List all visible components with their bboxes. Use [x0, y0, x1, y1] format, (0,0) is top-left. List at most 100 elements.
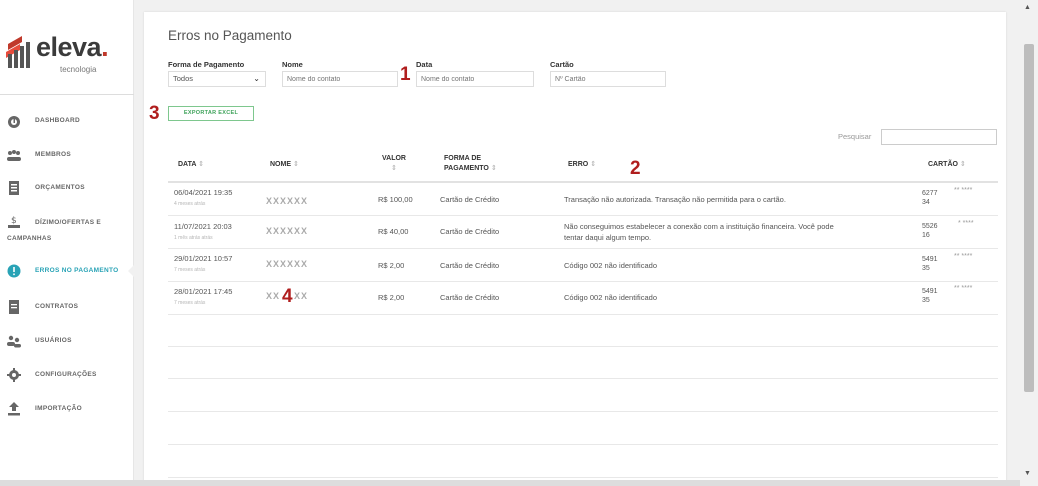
contract-icon: [9, 300, 19, 314]
export-excel-button[interactable]: EXPORTAR EXCEL: [168, 106, 254, 121]
logo-icon: [6, 36, 30, 68]
column-header-label: FORMA DE: [444, 155, 482, 162]
row-divider: [168, 346, 998, 347]
horizontal-scrollbar[interactable]: [0, 480, 1020, 486]
users-icon: [7, 335, 21, 348]
column-header-label: VALOR: [382, 155, 406, 162]
column-header-date[interactable]: DATA ⇕: [178, 160, 204, 170]
cell-date-relative: 4 meses atrás: [174, 201, 206, 207]
date-filter-label: Data: [416, 60, 433, 69]
sort-icon: ⇕: [490, 165, 497, 172]
cell-error: Não conseguimos estabelecer a conexão co…: [564, 222, 834, 231]
name-filter-input[interactable]: [282, 71, 398, 87]
members-icon: [7, 150, 21, 161]
annotation-marker: 2: [630, 158, 641, 179]
cell-date: 11/07/2021 20:03: [174, 222, 232, 231]
column-header-error[interactable]: ERRO ⇕: [568, 160, 596, 170]
column-header-label: ERRO: [568, 161, 589, 168]
cell-error: Código 002 não identificado: [564, 293, 657, 302]
cell-card: 6277 34: [922, 189, 938, 207]
payment-method-value: Todos: [173, 74, 194, 83]
budget-icon: [9, 181, 19, 195]
cell-method: Cartão de Crédito: [440, 261, 500, 270]
table-header-divider: [168, 181, 998, 183]
cell-name: XXXXXX: [266, 259, 309, 269]
chevron-down-icon: ⌄: [253, 74, 260, 83]
row-divider: [168, 378, 998, 379]
scrollbar[interactable]: ▲ ▼: [1020, 0, 1038, 486]
sidebar-item-label: IMPORTAÇÃO: [35, 405, 82, 412]
card-mask: ** ****: [954, 285, 973, 292]
column-header-label: NOME: [270, 161, 291, 168]
row-divider: [168, 314, 998, 315]
card-filter-input[interactable]: [550, 71, 666, 87]
cell-date-relative: 7 meses atrás: [174, 300, 206, 306]
scrollbar-thumb[interactable]: [1024, 44, 1034, 392]
cell-date-relative: 1 mês atrás atrás: [174, 235, 213, 241]
card-suffix: 35: [922, 297, 930, 304]
column-header-value[interactable]: VALOR ⇕: [382, 154, 406, 174]
annotation-marker: 1: [400, 64, 411, 85]
row-divider: [168, 444, 998, 445]
column-header-card[interactable]: CARTÃO ⇕: [928, 160, 966, 170]
cell-method: Cartão de Crédito: [440, 293, 500, 302]
search-input[interactable]: [881, 129, 997, 145]
card-mask: ** ****: [954, 253, 973, 260]
cell-date: 06/04/2021 19:35: [174, 188, 233, 197]
sidebar-item-label: ORÇAMENTOS: [35, 184, 85, 191]
dashboard-icon: [8, 116, 20, 128]
scroll-up-icon[interactable]: ▲: [1024, 4, 1031, 11]
gear-icon: [7, 368, 21, 382]
search-label: Pesquisar: [838, 132, 872, 141]
date-filter-input[interactable]: [416, 71, 534, 87]
row-divider: [168, 477, 998, 478]
annotation-marker: 3: [149, 103, 160, 124]
sidebar-item-label: USUÁRIOS: [35, 337, 72, 344]
card-suffix: 34: [922, 199, 930, 206]
payment-errors-card: Erros no Pagamento Forma de Pagamento To…: [144, 12, 1006, 486]
sidebar-item-label: CONFIGURAÇÕES: [35, 371, 97, 378]
column-header-label-continued: PAGAMENTO: [444, 165, 489, 172]
brand-tagline: tecnologia: [60, 65, 97, 74]
column-header-label: CARTÃO: [928, 161, 958, 168]
cell-date: 29/01/2021 10:57: [174, 254, 233, 263]
sort-icon: ⇕: [198, 161, 204, 168]
sidebar-item-label: DÍZIMO/OFERTAS E: [35, 219, 102, 226]
card-prefix: 6277: [922, 190, 938, 197]
brand-logo[interactable]: eleva. tecnologia: [4, 30, 130, 74]
sidebar-item-label: DASHBOARD: [35, 117, 80, 124]
row-divider: [168, 248, 998, 249]
divider: [0, 94, 134, 95]
card-filter-label: Cartão: [550, 60, 574, 69]
column-header-method[interactable]: FORMA DE PAGAMENTO ⇕: [444, 154, 497, 174]
cell-method: Cartão de Crédito: [440, 227, 500, 236]
alert-icon: [7, 264, 21, 278]
sidebar-item-label-continued: CAMPANHAS: [7, 235, 52, 242]
scroll-down-icon[interactable]: ▼: [1024, 470, 1031, 477]
column-header-name[interactable]: NOME ⇕: [270, 160, 299, 170]
cell-card: 5491 35: [922, 287, 938, 305]
svg-text:$: $: [11, 216, 17, 226]
card-prefix: 5491: [922, 256, 938, 263]
cell-error: Código 002 não identificado: [564, 261, 657, 270]
row-divider: [168, 281, 998, 282]
column-header-label: DATA: [178, 161, 197, 168]
cell-name: XXXXXX: [266, 196, 309, 206]
payment-method-label: Forma de Pagamento: [168, 60, 245, 69]
sidebar-item-label: MEMBROS: [35, 151, 72, 158]
page-title: Erros no Pagamento: [168, 28, 292, 43]
row-divider: [168, 411, 998, 412]
sidebar-item-label: ERROS NO PAGAMENTO: [35, 267, 119, 274]
cell-value: R$ 2,00: [378, 293, 405, 302]
cell-card: 5491 35: [922, 255, 938, 273]
payment-method-select[interactable]: Todos ⌄: [168, 71, 266, 87]
brand-name: eleva.: [36, 32, 109, 62]
cell-value: R$ 100,00: [378, 195, 413, 204]
annotation-marker: 4: [282, 286, 293, 307]
cell-card: 5526 16: [922, 222, 938, 240]
sidebar: eleva. tecnologia DASHBOARD MEMBROS ORÇA…: [0, 0, 135, 486]
card-mask: * ****: [958, 220, 974, 227]
sort-icon: ⇕: [959, 161, 966, 168]
name-filter-label: Nome: [282, 60, 303, 69]
card-prefix: 5491: [922, 288, 938, 295]
